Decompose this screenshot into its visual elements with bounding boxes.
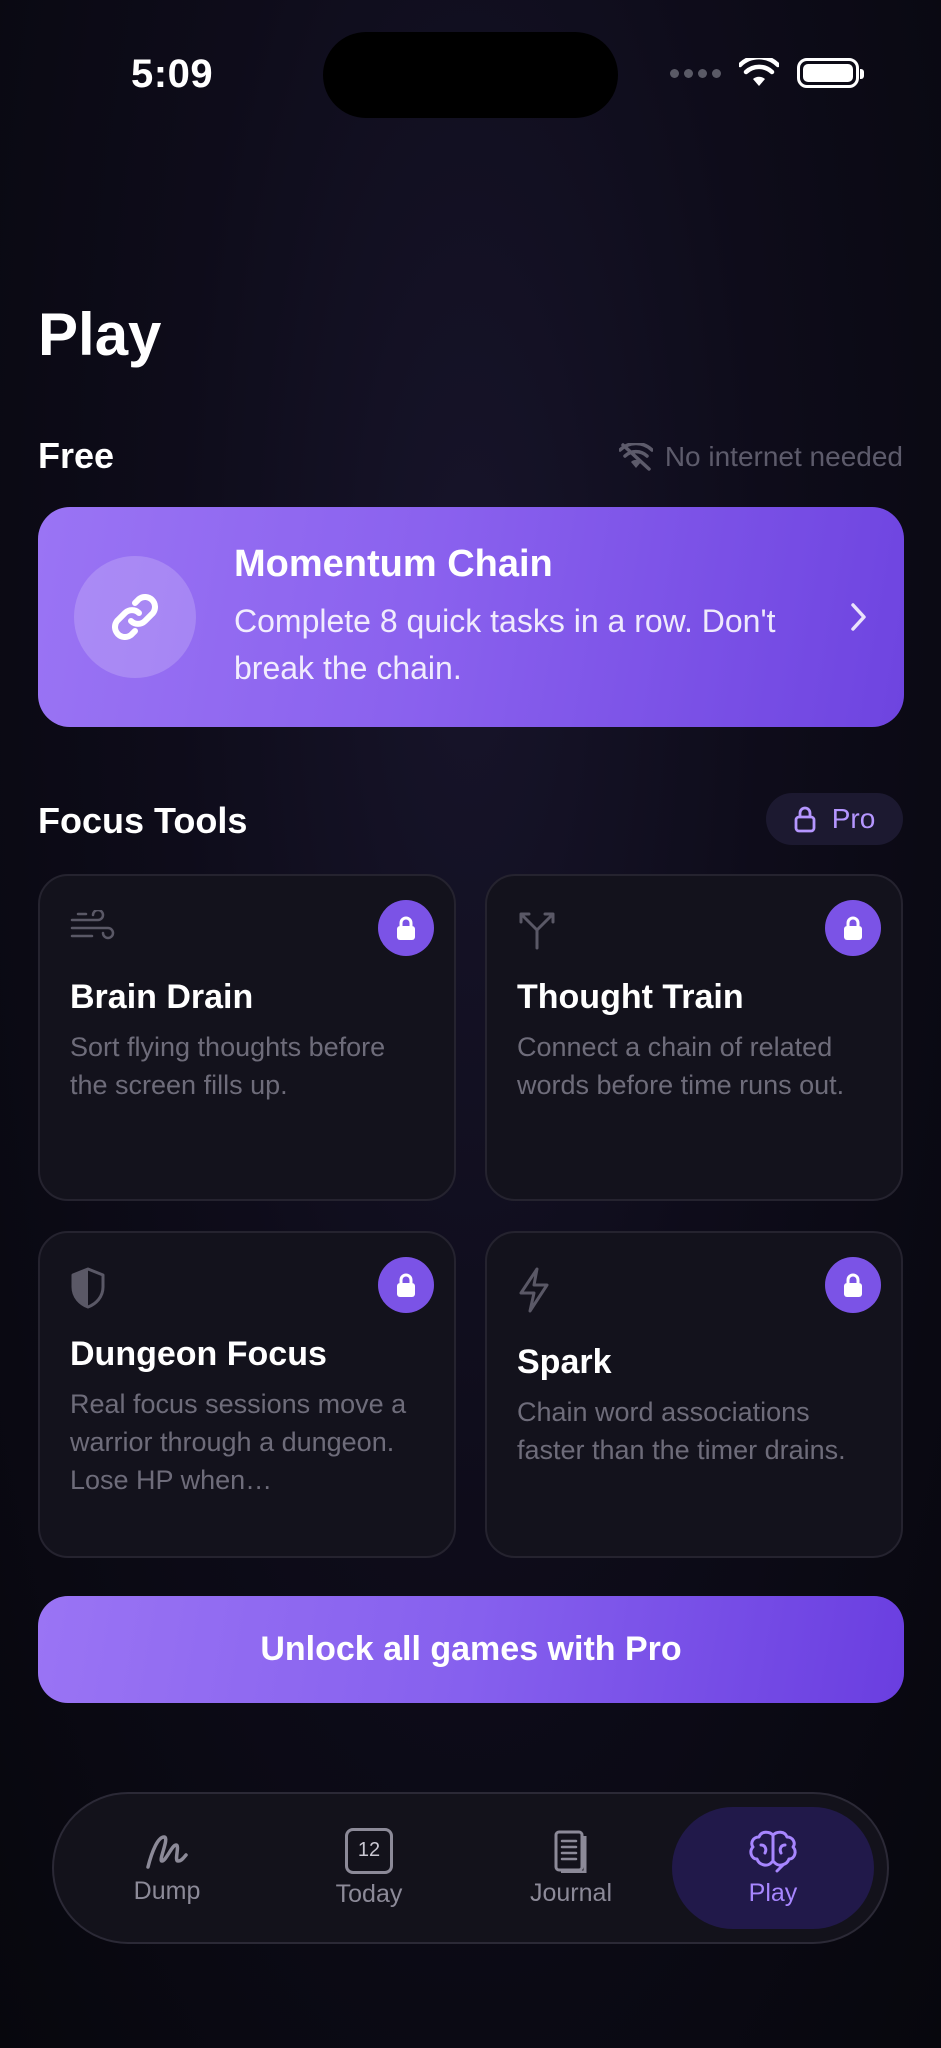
status-icons: [670, 58, 864, 88]
unlock-pro-button[interactable]: Unlock all games with Pro: [38, 1596, 904, 1703]
tab-label: Today: [335, 1879, 403, 1908]
lock-icon: [844, 916, 862, 940]
game-card-spark[interactable]: Spark Chain word associations faster tha…: [485, 1231, 903, 1558]
offline-indicator: No internet needed: [618, 441, 903, 473]
merge-arrows-icon: [519, 912, 555, 950]
tab-play[interactable]: Play: [672, 1807, 874, 1929]
game-description: Sort flying thoughts before the screen f…: [70, 1032, 386, 1100]
tab-label: Play: [748, 1878, 798, 1907]
wind-icon: [70, 910, 115, 940]
pro-badge[interactable]: Pro: [766, 793, 903, 845]
free-section-title: Free: [38, 435, 115, 476]
lock-badge: [378, 1257, 434, 1313]
game-description: Chain word associations faster than the …: [517, 1397, 846, 1465]
tab-bar: Dump 12 Today Journal Play: [52, 1792, 889, 1944]
calendar-day: 12: [357, 1839, 381, 1861]
page-title: Play: [38, 301, 162, 368]
game-card-dungeon-focus[interactable]: Dungeon Focus Real focus sessions move a…: [38, 1231, 456, 1558]
lock-badge: [825, 900, 881, 956]
wifi-icon: [739, 58, 779, 86]
dynamic-island: [323, 32, 618, 118]
lock-icon: [397, 1273, 415, 1297]
tab-today[interactable]: 12 Today: [268, 1807, 470, 1929]
battery-icon: [797, 58, 864, 88]
wifi-off-icon: [618, 443, 653, 471]
calendar-icon: 12: [345, 1827, 393, 1874]
tab-dump[interactable]: Dump: [66, 1807, 268, 1929]
game-title: Thought Train: [517, 978, 744, 1016]
game-description: Real focus sessions move a warrior throu…: [70, 1389, 407, 1495]
featured-icon-circle: [74, 556, 196, 678]
featured-title: Momentum Chain: [234, 542, 553, 585]
chevron-right-icon: [851, 603, 866, 631]
game-title: Dungeon Focus: [70, 1335, 327, 1373]
pro-label: Pro: [831, 803, 876, 834]
status-time: 5:09: [131, 52, 214, 96]
tab-label: Dump: [133, 1876, 201, 1905]
game-title: Spark: [517, 1343, 612, 1381]
game-card-thought-train[interactable]: Thought Train Connect a chain of related…: [485, 874, 903, 1201]
cellular-signal-icon: [670, 68, 721, 78]
tab-journal[interactable]: Journal: [470, 1807, 672, 1929]
shield-icon: [71, 1267, 105, 1309]
link-icon: [112, 594, 158, 640]
game-card-brain-drain[interactable]: Brain Drain Sort flying thoughts before …: [38, 874, 456, 1201]
lock-badge: [825, 1257, 881, 1313]
tab-label: Journal: [530, 1878, 612, 1907]
game-description: Connect a chain of related words before …: [517, 1032, 845, 1100]
featured-description: Complete 8 quick tasks in a row. Don't b…: [234, 602, 776, 686]
momentum-chain-card[interactable]: Momentum Chain Complete 8 quick tasks in…: [38, 507, 904, 727]
lock-badge: [378, 900, 434, 956]
lock-icon: [844, 1273, 862, 1297]
lock-icon: [794, 806, 816, 833]
scribble-icon: [146, 1834, 188, 1869]
brain-icon: [749, 1830, 797, 1872]
focus-tools-title: Focus Tools: [38, 800, 248, 841]
bolt-icon: [519, 1267, 549, 1313]
lock-icon: [397, 916, 415, 940]
game-title: Brain Drain: [70, 978, 254, 1016]
notebook-icon: [554, 1830, 587, 1873]
offline-label: No internet needed: [664, 441, 903, 472]
